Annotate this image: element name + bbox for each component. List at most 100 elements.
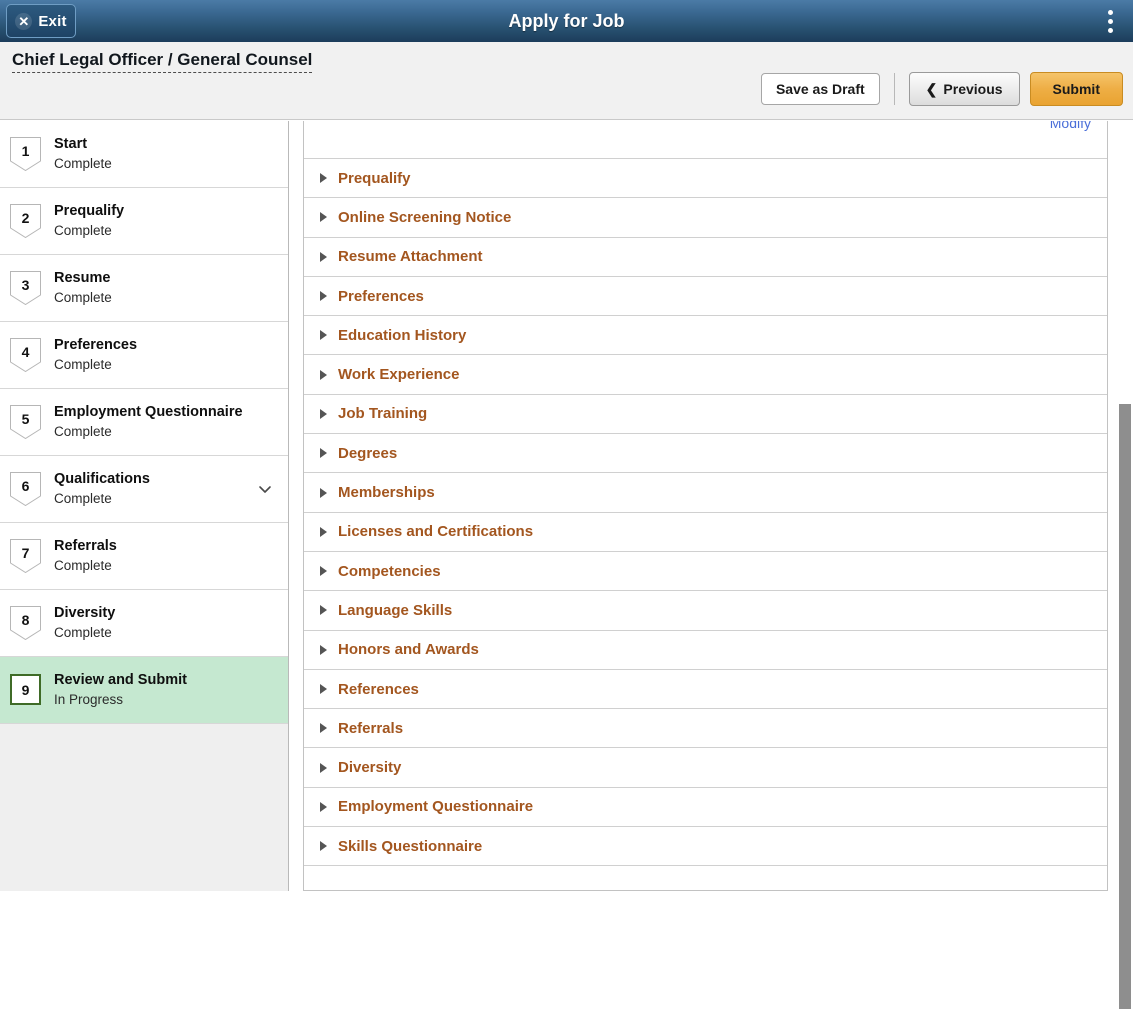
section-label: Online Screening Notice — [338, 209, 511, 226]
button-divider — [894, 73, 895, 105]
section-label: Language Skills — [338, 602, 452, 619]
step-status: In Progress — [54, 692, 187, 708]
section-label: Resume Attachment — [338, 248, 482, 265]
section-row[interactable]: Honors and Awards — [304, 631, 1107, 670]
step-badge: 6 — [10, 472, 41, 506]
step-badge: 4 — [10, 338, 41, 372]
step-name: Diversity — [54, 605, 115, 622]
section-row[interactable]: Employment Questionnaire — [304, 788, 1107, 827]
triangle-right-icon — [320, 645, 327, 655]
chevron-down-icon[interactable] — [257, 481, 273, 497]
modify-row: Modify — [304, 121, 1107, 159]
step-status: Complete — [54, 491, 150, 507]
section-row[interactable]: Skills Questionnaire — [304, 827, 1107, 866]
step-name: Referrals — [54, 538, 117, 555]
step-number: 2 — [22, 204, 30, 225]
step-status: Complete — [54, 357, 137, 373]
section-row[interactable]: Online Screening Notice — [304, 198, 1107, 237]
sidebar-step-referrals[interactable]: 7ReferralsComplete — [0, 523, 289, 590]
section-label: Employment Questionnaire — [338, 798, 533, 815]
section-row[interactable]: Education History — [304, 316, 1107, 355]
section-row[interactable]: Language Skills — [304, 591, 1107, 630]
triangle-right-icon — [320, 330, 327, 340]
step-badge-pentagon: 2 — [10, 204, 41, 238]
modify-link[interactable]: Modify — [1050, 121, 1091, 131]
sidebar-step-resume[interactable]: 3 ResumeComplete — [0, 255, 289, 322]
triangle-right-icon — [320, 370, 327, 380]
kebab-menu-icon[interactable] — [1097, 0, 1123, 42]
step-badge-square: 9 — [10, 674, 41, 705]
kebab-dot — [1108, 10, 1113, 15]
section-row[interactable]: References — [304, 670, 1107, 709]
section-row[interactable]: Degrees — [304, 434, 1107, 473]
previous-button[interactable]: ❮ Previous — [909, 72, 1020, 106]
step-name: Preferences — [54, 337, 137, 354]
step-number: 7 — [22, 539, 30, 560]
step-text: StartComplete — [54, 136, 112, 171]
section-row[interactable]: Diversity — [304, 748, 1107, 787]
content-scrollbar-track[interactable] — [1117, 121, 1133, 891]
page-title: Apply for Job — [0, 0, 1133, 42]
section-row[interactable]: Resume Attachment — [304, 238, 1107, 277]
content-scrollbar-thumb[interactable] — [1119, 404, 1131, 1009]
sidebar-step-qualifications[interactable]: 6 QualificationsComplete — [0, 456, 289, 523]
section-row[interactable]: Memberships — [304, 473, 1107, 512]
section-label: Job Training — [338, 405, 427, 422]
submit-button[interactable]: Submit — [1030, 72, 1123, 106]
section-row[interactable]: Licenses and Certifications — [304, 513, 1107, 552]
step-status: Complete — [54, 223, 124, 239]
section-row[interactable]: Work Experience — [304, 355, 1107, 394]
step-text: Employment QuestionnaireComplete — [54, 404, 243, 439]
section-label: Prequalify — [338, 170, 411, 187]
triangle-right-icon — [320, 409, 327, 419]
section-row[interactable]: Preferences — [304, 277, 1107, 316]
step-badge: 8 — [10, 606, 41, 640]
section-label: Preferences — [338, 288, 424, 305]
step-badge: 3 — [10, 271, 41, 305]
sidebar-step-prequalify[interactable]: 2 Prequalify Complete — [0, 188, 289, 255]
step-badge-pentagon: 6 — [10, 472, 41, 506]
step-name: Start — [54, 136, 112, 153]
sidebar-step-preferences[interactable]: 4 Preferences Complete — [0, 322, 289, 389]
action-button-group: Save as Draft ❮ Previous Submit — [761, 72, 1123, 106]
sidebar-step-diversity[interactable]: 8 Diversity Complete — [0, 590, 289, 657]
step-badge: 9 — [10, 673, 41, 707]
section-row[interactable]: Job Training — [304, 395, 1107, 434]
step-badge-pentagon: 5 — [10, 405, 41, 439]
sidebar-step-start[interactable]: 1 StartComplete — [0, 121, 289, 188]
step-status: Complete — [54, 625, 115, 641]
step-badge-pentagon: 7 — [10, 539, 41, 573]
triangle-right-icon — [320, 684, 327, 694]
step-number: 8 — [22, 606, 30, 627]
job-title: Chief Legal Officer / General Counsel — [12, 50, 312, 73]
step-text: ResumeComplete — [54, 270, 112, 305]
triangle-right-icon — [320, 605, 327, 615]
section-label: Memberships — [338, 484, 435, 501]
step-badge-pentagon: 1 — [10, 137, 41, 171]
sidebar-step-employment-questionnaire[interactable]: 5 Employment QuestionnaireComplete — [0, 389, 289, 456]
step-badge-pentagon: 3 — [10, 271, 41, 305]
section-label: Licenses and Certifications — [338, 523, 533, 540]
triangle-right-icon — [320, 802, 327, 812]
section-row[interactable]: Referrals — [304, 709, 1107, 748]
section-row[interactable]: Competencies — [304, 552, 1107, 591]
step-text: Preferences Complete — [54, 337, 137, 372]
step-text: Diversity Complete — [54, 605, 115, 640]
previous-button-label: Previous — [943, 81, 1002, 97]
triangle-right-icon — [320, 173, 327, 183]
step-badge-pentagon: 8 — [10, 606, 41, 640]
section-label: Degrees — [338, 445, 397, 462]
step-number: 3 — [22, 271, 30, 292]
step-badge-pentagon: 4 — [10, 338, 41, 372]
section-row[interactable]: Prequalify — [304, 159, 1107, 198]
step-name: Prequalify — [54, 203, 124, 220]
step-text: QualificationsComplete — [54, 471, 150, 506]
triangle-right-icon — [320, 841, 327, 851]
sidebar-step-review-and-submit[interactable]: 9Review and SubmitIn Progress — [0, 657, 289, 724]
section-label: Referrals — [338, 720, 403, 737]
step-badge: 2 — [10, 204, 41, 238]
kebab-dot — [1108, 28, 1113, 33]
exit-button[interactable]: ✕ Exit — [6, 4, 76, 38]
triangle-right-icon — [320, 212, 327, 222]
save-as-draft-button[interactable]: Save as Draft — [761, 73, 880, 105]
